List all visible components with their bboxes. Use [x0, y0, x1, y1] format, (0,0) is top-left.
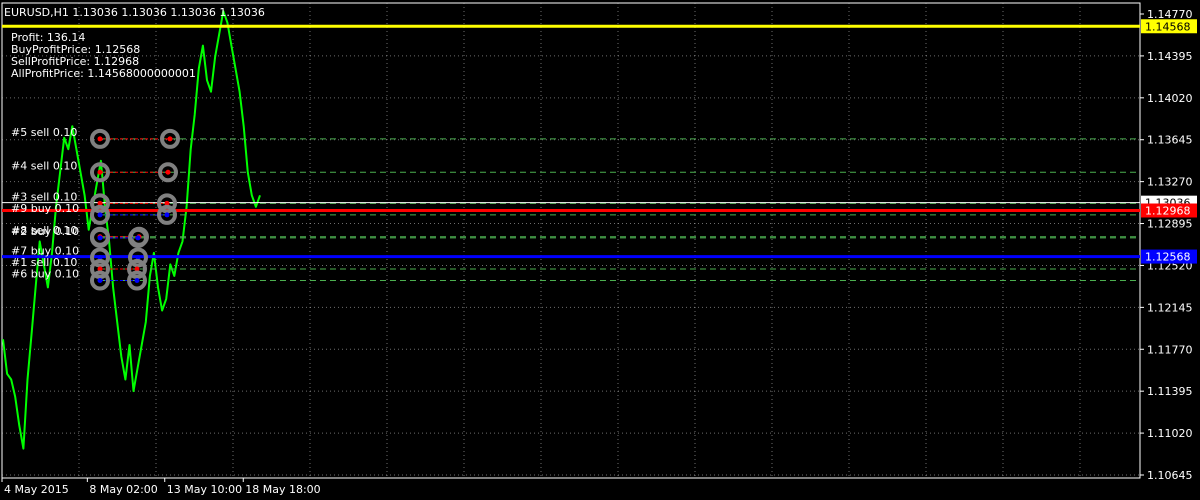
order-marker-dot: [97, 235, 103, 241]
trading-chart-window[interactable]: 1.14770 1.14395 1.14020 1.13645 1.13270 1.128…: [0, 0, 1200, 500]
level-price-label-buy-profit: 1.12568: [1145, 251, 1191, 264]
y-tick-label: 1.11020: [1147, 427, 1193, 440]
order-label: #5 sell 0.10: [11, 126, 77, 139]
info-all-profit-price: AllProfitPrice: 1.14568000000001: [11, 67, 196, 80]
y-tick-label: 1.10645: [1147, 469, 1193, 482]
order-label: #4 sell 0.10: [11, 159, 77, 172]
x-tick-label: 13 May 10:00: [167, 483, 242, 496]
order-label: #9 buy 0.10: [11, 202, 79, 215]
y-tick-label: 1.14770: [1147, 8, 1193, 21]
order-label: #2 buy 0.10: [11, 225, 79, 238]
x-tick-label: 4 May 2015: [4, 483, 69, 496]
y-tick-label: 1.12895: [1147, 218, 1193, 231]
x-tick-label: 18 May 18:00: [245, 483, 320, 496]
order-marker-dot: [97, 212, 103, 218]
info-sell-profit-price: SellProfitPrice: 1.12968: [11, 55, 140, 68]
order-marker-dot: [165, 169, 171, 175]
order-marker-dot: [97, 169, 103, 175]
order-marker-dot: [164, 212, 170, 218]
y-tick-label: 1.13645: [1147, 134, 1193, 147]
level-price-label-sell-profit: 1.12968: [1145, 205, 1191, 218]
order-marker-dot: [97, 136, 103, 142]
order-marker-dot: [167, 136, 173, 142]
y-tick-label: 1.14395: [1147, 50, 1193, 63]
order-marker-dot: [97, 278, 103, 284]
level-price-label-all-profit: 1.14568: [1145, 20, 1191, 33]
y-tick-label: 1.14020: [1147, 92, 1193, 105]
order-marker-dot: [134, 278, 140, 284]
order-label: #6 buy 0.10: [11, 268, 79, 281]
info-buy-profit-price: BuyProfitPrice: 1.12568: [11, 43, 141, 56]
y-tick-label: 1.12145: [1147, 301, 1193, 314]
y-tick-label: 1.13270: [1147, 176, 1193, 189]
info-profit: Profit: 136.14: [11, 31, 86, 44]
order-marker-dot: [135, 235, 141, 241]
y-tick-label: 1.11395: [1147, 385, 1193, 398]
y-tick-label: 1.11770: [1147, 343, 1193, 356]
x-tick-label: 8 May 02:00: [89, 483, 157, 496]
chart-header: EURUSD,H1 1.13036 1.13036 1.13036 1.1303…: [4, 6, 265, 19]
